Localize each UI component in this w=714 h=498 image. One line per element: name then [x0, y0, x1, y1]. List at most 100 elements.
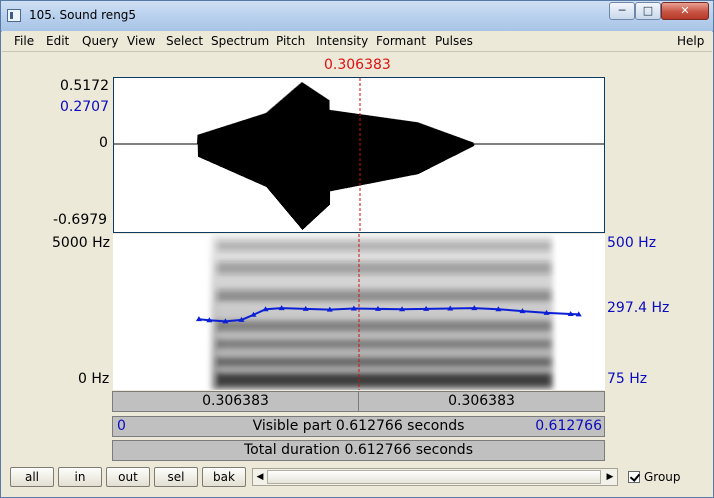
pulse-striation — [283, 304, 285, 390]
pulse-striation — [427, 304, 429, 390]
pulse-striation — [511, 304, 513, 390]
visible-start-time: 0 — [117, 418, 126, 434]
minimize-button[interactable]: ─ — [609, 2, 635, 20]
praat-sound-editor-window: 105. Sound reng5 ─ □ ✕ File Edit Query V… — [0, 0, 714, 498]
pulse-striation — [343, 304, 345, 390]
horizontal-scrollbar[interactable]: ◀ ▶ — [252, 468, 618, 486]
pulse-striation — [547, 304, 549, 390]
pulse-striation — [361, 304, 363, 390]
left-segment-duration[interactable]: 0.306383 — [113, 392, 358, 411]
pulse-striation — [403, 304, 405, 390]
formant-band — [217, 262, 551, 274]
spectrogram-plot — [195, 234, 582, 390]
waveform-plot — [114, 78, 604, 232]
pulse-striation — [475, 304, 477, 390]
pulse-striation — [493, 304, 495, 390]
scroll-right-arrow-icon[interactable]: ▶ — [603, 470, 617, 484]
pulse-striation — [445, 304, 447, 390]
pulse-striation — [481, 304, 483, 390]
pulse-striation — [469, 304, 471, 390]
menu-help[interactable]: Help — [677, 34, 704, 48]
visible-part-label: Visible part 0.612766 seconds — [252, 418, 465, 434]
pulse-striation — [241, 304, 243, 390]
waveform-max-label: 0.5172 — [60, 78, 109, 94]
pitch-ceiling-label: 500 Hz — [607, 235, 657, 251]
pulse-striation — [379, 304, 381, 390]
pitch-cursor-value-label: 297.4 Hz — [607, 300, 670, 316]
spectrogram-max-freq-label: 5000 Hz — [52, 235, 110, 251]
pulse-striation — [325, 304, 327, 390]
pulse-striation — [253, 304, 255, 390]
pulse-striation — [517, 304, 519, 390]
spectrogram-energy — [211, 234, 553, 390]
formant-band — [217, 241, 551, 251]
selection-time-bar[interactable]: 0.306383 0.306383 — [112, 391, 605, 412]
pulse-striation — [409, 304, 411, 390]
pulse-striation — [391, 304, 393, 390]
waveform-zero-label: 0 — [99, 135, 108, 151]
waveform-cursor-value-label: 0.2707 — [60, 99, 109, 115]
pulse-striation — [373, 304, 375, 390]
pulse-striation — [385, 304, 387, 390]
scroll-left-arrow-icon[interactable]: ◀ — [253, 470, 267, 484]
zoom-all-button[interactable]: all — [10, 467, 54, 487]
zoom-in-button[interactable]: in — [58, 467, 102, 487]
pulse-striation — [331, 304, 333, 390]
pulse-striation — [235, 304, 237, 390]
waveform-trace — [114, 82, 604, 230]
pulse-striation — [229, 304, 231, 390]
pulse-striation — [421, 304, 423, 390]
menu-view[interactable]: View — [127, 34, 155, 48]
pulse-striation — [457, 304, 459, 390]
close-button[interactable]: ✕ — [661, 2, 709, 20]
pulse-striation — [367, 304, 369, 390]
menu-edit[interactable]: Edit — [46, 34, 69, 48]
zoom-back-button[interactable]: bak — [202, 467, 246, 487]
pulse-striation — [439, 304, 441, 390]
menu-file[interactable]: File — [14, 34, 34, 48]
waveform-panel[interactable] — [113, 77, 605, 233]
pulse-striation — [295, 304, 297, 390]
menu-query[interactable]: Query — [82, 34, 118, 48]
scroll-thumb[interactable] — [267, 470, 601, 484]
pulse-striation — [541, 304, 543, 390]
group-checkbox-label: Group — [644, 470, 681, 484]
spectrogram-panel[interactable] — [113, 234, 605, 390]
pulse-striation — [289, 304, 291, 390]
pulse-striation — [301, 304, 303, 390]
menu-intensity[interactable]: Intensity — [316, 34, 368, 48]
pulse-striation — [451, 304, 453, 390]
waveform-min-label: -0.6979 — [53, 212, 108, 228]
menu-bar: File Edit Query View Select Spectrum Pit… — [2, 31, 712, 52]
pulse-striation — [307, 304, 309, 390]
visible-part-bar[interactable]: 0 Visible part 0.612766 seconds 0.612766 — [112, 416, 605, 437]
menu-select[interactable]: Select — [166, 34, 203, 48]
pitch-floor-label: 75 Hz — [607, 371, 648, 387]
pulse-striation — [259, 304, 261, 390]
pulse-striation — [313, 304, 315, 390]
pulse-striation — [397, 304, 399, 390]
spectrogram-min-freq-label: 0 Hz — [78, 371, 110, 387]
group-checkbox-box[interactable] — [628, 471, 640, 483]
pulse-striation — [505, 304, 507, 390]
right-segment-duration[interactable]: 0.306383 — [359, 392, 604, 411]
total-duration-bar[interactable]: Total duration 0.612766 seconds — [112, 440, 605, 461]
pulse-striation — [349, 304, 351, 390]
menu-pulses[interactable]: Pulses — [435, 34, 473, 48]
menu-spectrum[interactable]: Spectrum — [211, 34, 269, 48]
pulse-striation — [535, 304, 537, 390]
group-checkbox[interactable]: Group — [628, 470, 681, 484]
pulse-striation — [523, 304, 525, 390]
menu-formant[interactable]: Formant — [376, 34, 426, 48]
pulse-striation — [319, 304, 321, 390]
window-title: 105. Sound reng5 — [29, 8, 137, 22]
pulse-striation — [529, 304, 531, 390]
zoom-selection-button[interactable]: sel — [154, 467, 198, 487]
zoom-out-button[interactable]: out — [106, 467, 150, 487]
total-duration-label: Total duration 0.612766 seconds — [244, 442, 473, 458]
maximize-button[interactable]: □ — [635, 2, 661, 20]
menu-pitch[interactable]: Pitch — [276, 34, 305, 48]
pulse-striation — [433, 304, 435, 390]
pulse-striation — [355, 304, 357, 390]
pulse-striation — [415, 304, 417, 390]
